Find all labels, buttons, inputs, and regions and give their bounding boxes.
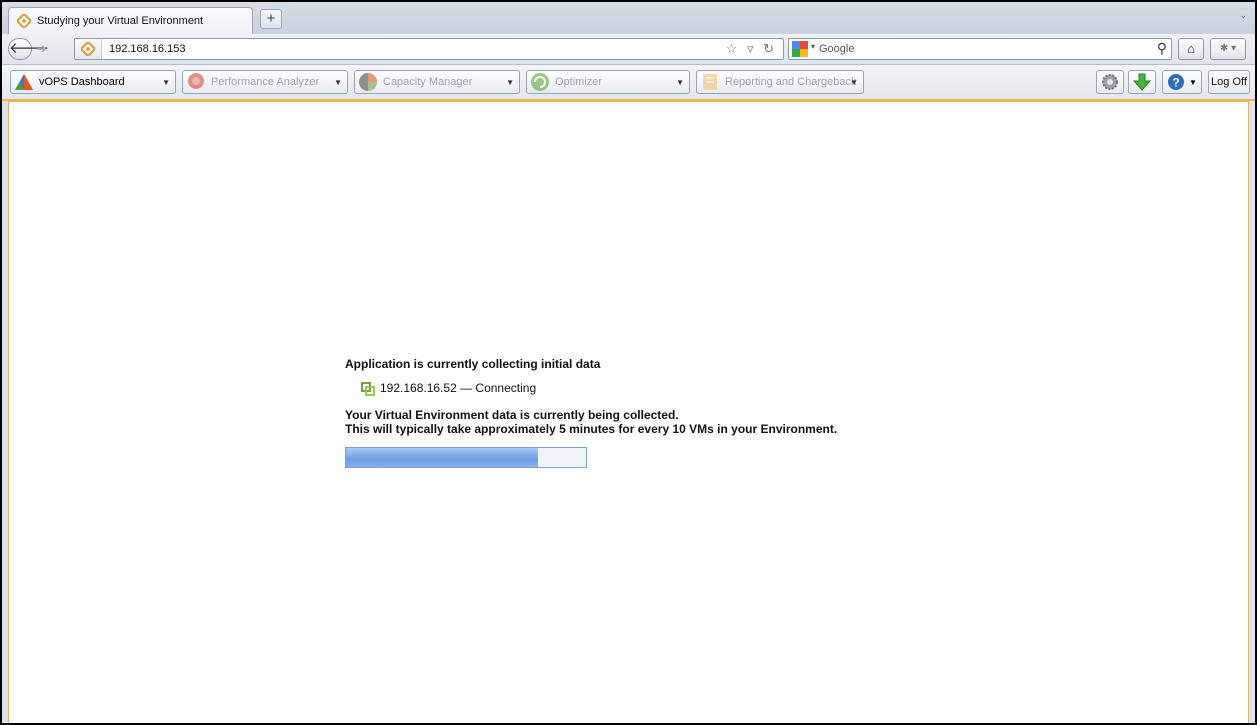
green-down-arrow-icon bbox=[1133, 73, 1151, 91]
progress-fill bbox=[346, 448, 538, 467]
navigation-bar: 🡐 ➔ 192.168.16.153 ☆ ▿ ↻ ▾ Google ⚲ ⌂ ✱ … bbox=[2, 34, 1255, 65]
main-content: Application is currently collecting init… bbox=[8, 101, 1249, 723]
host-connection-text: 192.168.16.52 — Connecting bbox=[380, 381, 537, 395]
tab-strip: Studying your Virtual Environment + ⌄ bbox=[2, 2, 1255, 34]
dropdown-arrow-icon: ▼ bbox=[506, 78, 514, 87]
new-tab-button[interactable]: + bbox=[260, 9, 282, 29]
help-button[interactable]: ? ▼ bbox=[1162, 70, 1202, 94]
forward-arrow-icon: ➔ bbox=[36, 41, 47, 56]
site-identity-button[interactable] bbox=[75, 39, 102, 59]
forward-button[interactable]: ➔ bbox=[36, 41, 47, 57]
bookmark-star-icon[interactable]: ☆ ▿ ↻ bbox=[726, 41, 777, 57]
optimizer-label: Optimizer bbox=[555, 76, 603, 88]
reporting-icon bbox=[703, 74, 717, 90]
vops-favicon-icon bbox=[17, 14, 31, 28]
addon-icon: ✱ ▾ bbox=[1219, 43, 1237, 54]
performance-analyzer-label: Performance Analyzer bbox=[211, 76, 320, 88]
collection-message: Your Virtual Environment data is current… bbox=[345, 408, 679, 422]
app-toolbar: vOPS Dashboard ▼ Performance Analyzer ▼ … bbox=[2, 65, 1255, 101]
host-connection-row: 192.168.16.52 — Connecting bbox=[345, 381, 1045, 397]
capacity-manager-dropdown[interactable]: Capacity Manager ▼ bbox=[354, 70, 520, 94]
google-icon bbox=[792, 41, 808, 57]
collection-status-panel: Application is currently collecting init… bbox=[345, 357, 1045, 468]
reporting-chargeback-label: Reporting and Chargeback bbox=[725, 76, 857, 88]
settings-button[interactable] bbox=[1096, 70, 1124, 94]
address-bar[interactable]: 192.168.16.153 ☆ ▿ ↻ bbox=[74, 38, 784, 60]
browser-tab[interactable]: Studying your Virtual Environment bbox=[8, 7, 253, 34]
tab-list-chevron-icon[interactable]: ⌄ bbox=[1239, 10, 1247, 21]
collection-estimate: This will typically take approximately 5… bbox=[345, 422, 838, 436]
back-button[interactable]: 🡐 bbox=[8, 38, 49, 60]
help-dropdown-arrow-icon: ▼ bbox=[1189, 78, 1197, 87]
reporting-chargeback-dropdown[interactable]: Reporting and Chargeback ▼ bbox=[696, 70, 864, 94]
log-off-button[interactable]: Log Off bbox=[1208, 70, 1250, 94]
optimizer-icon bbox=[531, 73, 549, 91]
help-icon: ? bbox=[1168, 74, 1184, 90]
home-button[interactable]: ⌂ bbox=[1178, 38, 1204, 60]
magnifier-icon[interactable]: ⚲ bbox=[1157, 40, 1167, 57]
dropdown-arrow-icon: ▼ bbox=[676, 78, 684, 87]
home-icon: ⌂ bbox=[1187, 41, 1195, 56]
status-headline: Application is currently collecting init… bbox=[345, 357, 601, 371]
browser-window: Studying your Virtual Environment + ⌄ 🡐 … bbox=[0, 0, 1257, 725]
vops-dashboard-dropdown[interactable]: vOPS Dashboard ▼ bbox=[10, 70, 176, 94]
search-placeholder: Google bbox=[819, 43, 855, 55]
optimizer-dropdown[interactable]: Optimizer ▼ bbox=[526, 70, 690, 94]
back-forward-group: 🡐 ➔ bbox=[8, 38, 70, 60]
dropdown-arrow-icon: ▼ bbox=[162, 78, 170, 87]
vops-dashboard-label: vOPS Dashboard bbox=[39, 76, 125, 88]
performance-analyzer-dropdown[interactable]: Performance Analyzer ▼ bbox=[182, 70, 348, 94]
search-box[interactable]: ▾ Google ⚲ bbox=[788, 38, 1172, 60]
addon-menu-button[interactable]: ✱ ▾ bbox=[1210, 38, 1246, 60]
capacity-manager-label: Capacity Manager bbox=[383, 76, 473, 88]
capacity-manager-icon bbox=[359, 73, 377, 91]
vcenter-host-icon bbox=[361, 382, 375, 396]
dropdown-arrow-icon: ▼ bbox=[850, 78, 858, 87]
collection-progress-bar bbox=[345, 447, 587, 468]
address-text: 192.168.16.153 bbox=[109, 43, 186, 55]
performance-analyzer-icon bbox=[188, 73, 204, 89]
search-engine-chevron-icon[interactable]: ▾ bbox=[811, 42, 815, 51]
dropdown-arrow-icon: ▼ bbox=[334, 78, 342, 87]
svg-text:?: ? bbox=[1172, 76, 1179, 90]
tab-title: Studying your Virtual Environment bbox=[37, 15, 204, 27]
gear-icon bbox=[1102, 74, 1118, 90]
vops-triangle-icon bbox=[15, 74, 33, 90]
download-button[interactable] bbox=[1128, 70, 1156, 94]
vops-site-icon bbox=[81, 42, 95, 56]
